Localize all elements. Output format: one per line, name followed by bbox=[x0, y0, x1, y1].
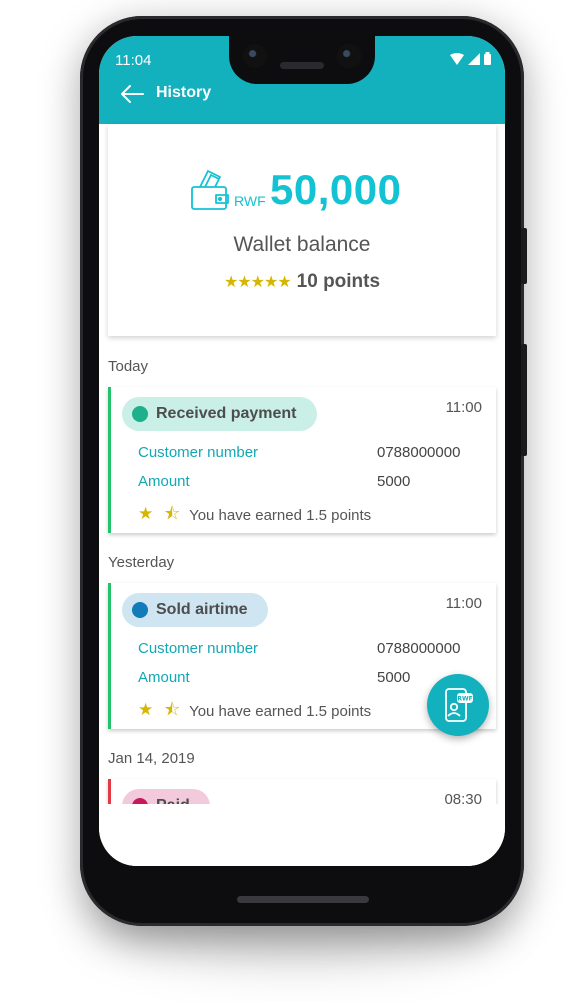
volume-button bbox=[521, 344, 527, 456]
transaction-title: Received payment bbox=[156, 405, 297, 422]
earpiece-speaker bbox=[280, 62, 324, 69]
home-indicator[interactable] bbox=[237, 896, 369, 903]
transaction-card[interactable]: Received payment 11:00 Customer number 0… bbox=[108, 387, 496, 533]
battery-icon bbox=[484, 52, 491, 65]
points-total: 10 points bbox=[296, 271, 381, 292]
points-row: ★★★★★ 10 points bbox=[108, 271, 496, 293]
earned-points-text: You have earned 1.5 points bbox=[189, 507, 372, 524]
front-camera-icon bbox=[337, 44, 361, 68]
back-arrow-icon[interactable] bbox=[119, 84, 145, 104]
amount-value: 5000 bbox=[377, 473, 411, 490]
customer-number-label: Customer number bbox=[138, 640, 259, 657]
fab-badge-text: RWF bbox=[457, 696, 472, 703]
camera-notch bbox=[229, 30, 375, 84]
transaction-title: Sold airtime bbox=[156, 601, 248, 618]
amount-value: 5000 bbox=[377, 669, 411, 686]
wallet-balance-label: Wallet balance bbox=[233, 233, 371, 256]
screen-bottom-area bbox=[99, 804, 505, 866]
status-time: 11:04 bbox=[115, 52, 152, 69]
transaction-type-pill: Received payment bbox=[122, 397, 317, 431]
status-dot-icon bbox=[132, 602, 148, 618]
wallet-phone-icon: RWF bbox=[445, 688, 473, 722]
earned-points-row: ★ ⯪ You have earned 1.5 points bbox=[138, 501, 371, 530]
currency-label: RWF bbox=[234, 193, 266, 209]
wallet-icon bbox=[191, 170, 229, 210]
wallet-phone-fab-button[interactable]: RWF bbox=[427, 674, 489, 736]
star-half-icon: ★ ⯪ bbox=[138, 700, 184, 719]
section-label-today: Today bbox=[108, 358, 149, 375]
page-title: History bbox=[156, 84, 212, 101]
star-half-icon: ★ ⯪ bbox=[138, 504, 184, 523]
front-camera-icon bbox=[243, 44, 267, 68]
customer-number-label: Customer number bbox=[138, 444, 259, 461]
status-icons bbox=[450, 52, 491, 65]
amount-label: Amount bbox=[138, 669, 190, 686]
rating-stars-icon: ★★★★★ bbox=[223, 274, 292, 291]
wallet-card: RWF 50,000 Wallet balance ★★★★★ 10 point… bbox=[108, 124, 496, 336]
customer-number-value: 0788000000 bbox=[377, 444, 461, 461]
power-button bbox=[521, 228, 527, 284]
earned-points-text: You have earned 1.5 points bbox=[189, 703, 372, 720]
amount-label: Amount bbox=[138, 473, 190, 490]
app-screen: 11:04 History RWF 50,000 Wallet balance … bbox=[99, 36, 505, 866]
section-label-jan-14: Jan 14, 2019 bbox=[108, 750, 195, 767]
transaction-time: 11:00 bbox=[445, 595, 482, 612]
signal-icon bbox=[468, 52, 480, 65]
earned-points-row: ★ ⯪ You have earned 1.5 points bbox=[138, 697, 371, 726]
customer-number-value: 0788000000 bbox=[377, 640, 461, 657]
transaction-time: 11:00 bbox=[445, 399, 482, 416]
wallet-balance-amount: 50,000 bbox=[270, 166, 402, 213]
transaction-type-pill: Sold airtime bbox=[122, 593, 268, 627]
wifi-icon bbox=[450, 52, 464, 65]
section-label-yesterday: Yesterday bbox=[108, 554, 175, 571]
status-dot-icon bbox=[132, 406, 148, 422]
